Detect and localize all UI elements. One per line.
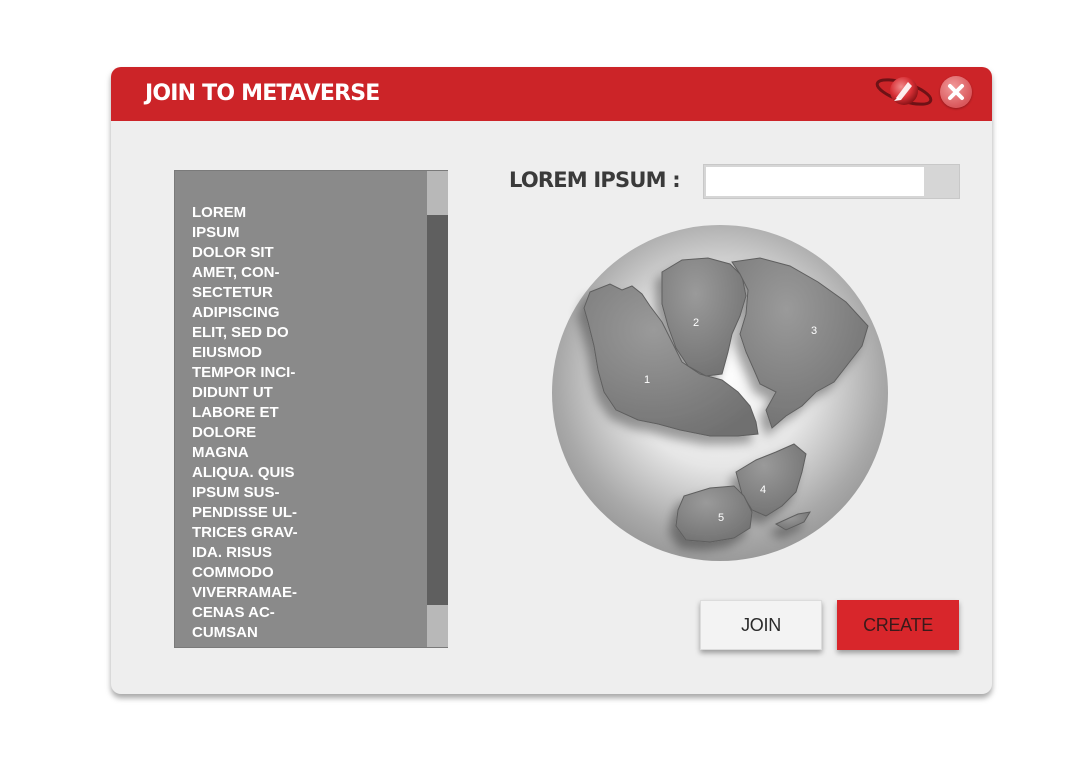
list-line: IPSUM SUS- — [192, 484, 280, 501]
list-line: ELIT, SED DO — [192, 324, 289, 341]
dialog-title: JOIN TO METAVERSE — [145, 81, 380, 106]
list-line: SECTETUR — [192, 284, 273, 301]
list-line: COMMODO — [192, 564, 274, 581]
map-label-3: 3 — [811, 325, 817, 337]
list-line: DIDUNT UT — [192, 384, 273, 401]
map-label-5: 5 — [718, 512, 724, 524]
list-line: CUMSAN — [192, 624, 258, 641]
list-line: DOLOR SIT — [192, 244, 274, 261]
lorem-ipsum-input[interactable] — [706, 167, 924, 196]
close-button[interactable] — [940, 76, 972, 108]
list-line: AMET, CON- — [192, 264, 280, 281]
join-button[interactable]: JOIN — [700, 600, 822, 650]
world-globe-map[interactable]: 1 2 3 4 5 — [550, 224, 890, 562]
field-input-box — [703, 164, 960, 199]
map-label-1: 1 — [644, 374, 650, 386]
list-line: DOLORE — [192, 424, 257, 441]
scrollbar-thumb[interactable] — [427, 215, 448, 605]
list-line: VIVERRAMAE- — [192, 584, 298, 601]
list-line: TRICES GRAV- — [192, 524, 298, 541]
field-label: LOREM IPSUM : — [509, 168, 681, 192]
create-button[interactable]: CREATE — [837, 600, 959, 650]
list-line: MAGNA — [192, 444, 249, 461]
list-line: LABORE ET — [192, 404, 279, 421]
list-line: LOREM — [192, 204, 247, 221]
list-line: CENAS AC- — [192, 604, 275, 621]
text-list-panel[interactable]: LOREM IPSUM DOLOR SIT AMET, CON- SECTETUR ADI… — [174, 170, 448, 648]
title-bar: JOIN TO METAVERSE — [111, 67, 992, 121]
list-line: TEMPOR INCI- — [192, 364, 296, 381]
list-line: IDA. RISUS — [192, 544, 273, 561]
list-line: ALIQUA. QUIS — [192, 464, 295, 481]
close-icon — [948, 84, 964, 100]
list-line: IPSUM — [192, 224, 240, 241]
map-label-4: 4 — [760, 484, 766, 496]
list-text: LOREM IPSUM DOLOR SIT AMET, CON- SECTETUR ADI… — [192, 203, 422, 643]
map-label-2: 2 — [693, 317, 699, 329]
planet-rocket-icon — [875, 77, 933, 106]
list-line: EIUSMOD — [192, 344, 263, 361]
list-line: ADIPISCING — [192, 304, 280, 321]
list-line: PENDISSE UL- — [192, 504, 298, 521]
join-metaverse-dialog: JOIN TO METAVERSE LOREM IPSUM DOLOR SIT AME… — [111, 67, 992, 694]
